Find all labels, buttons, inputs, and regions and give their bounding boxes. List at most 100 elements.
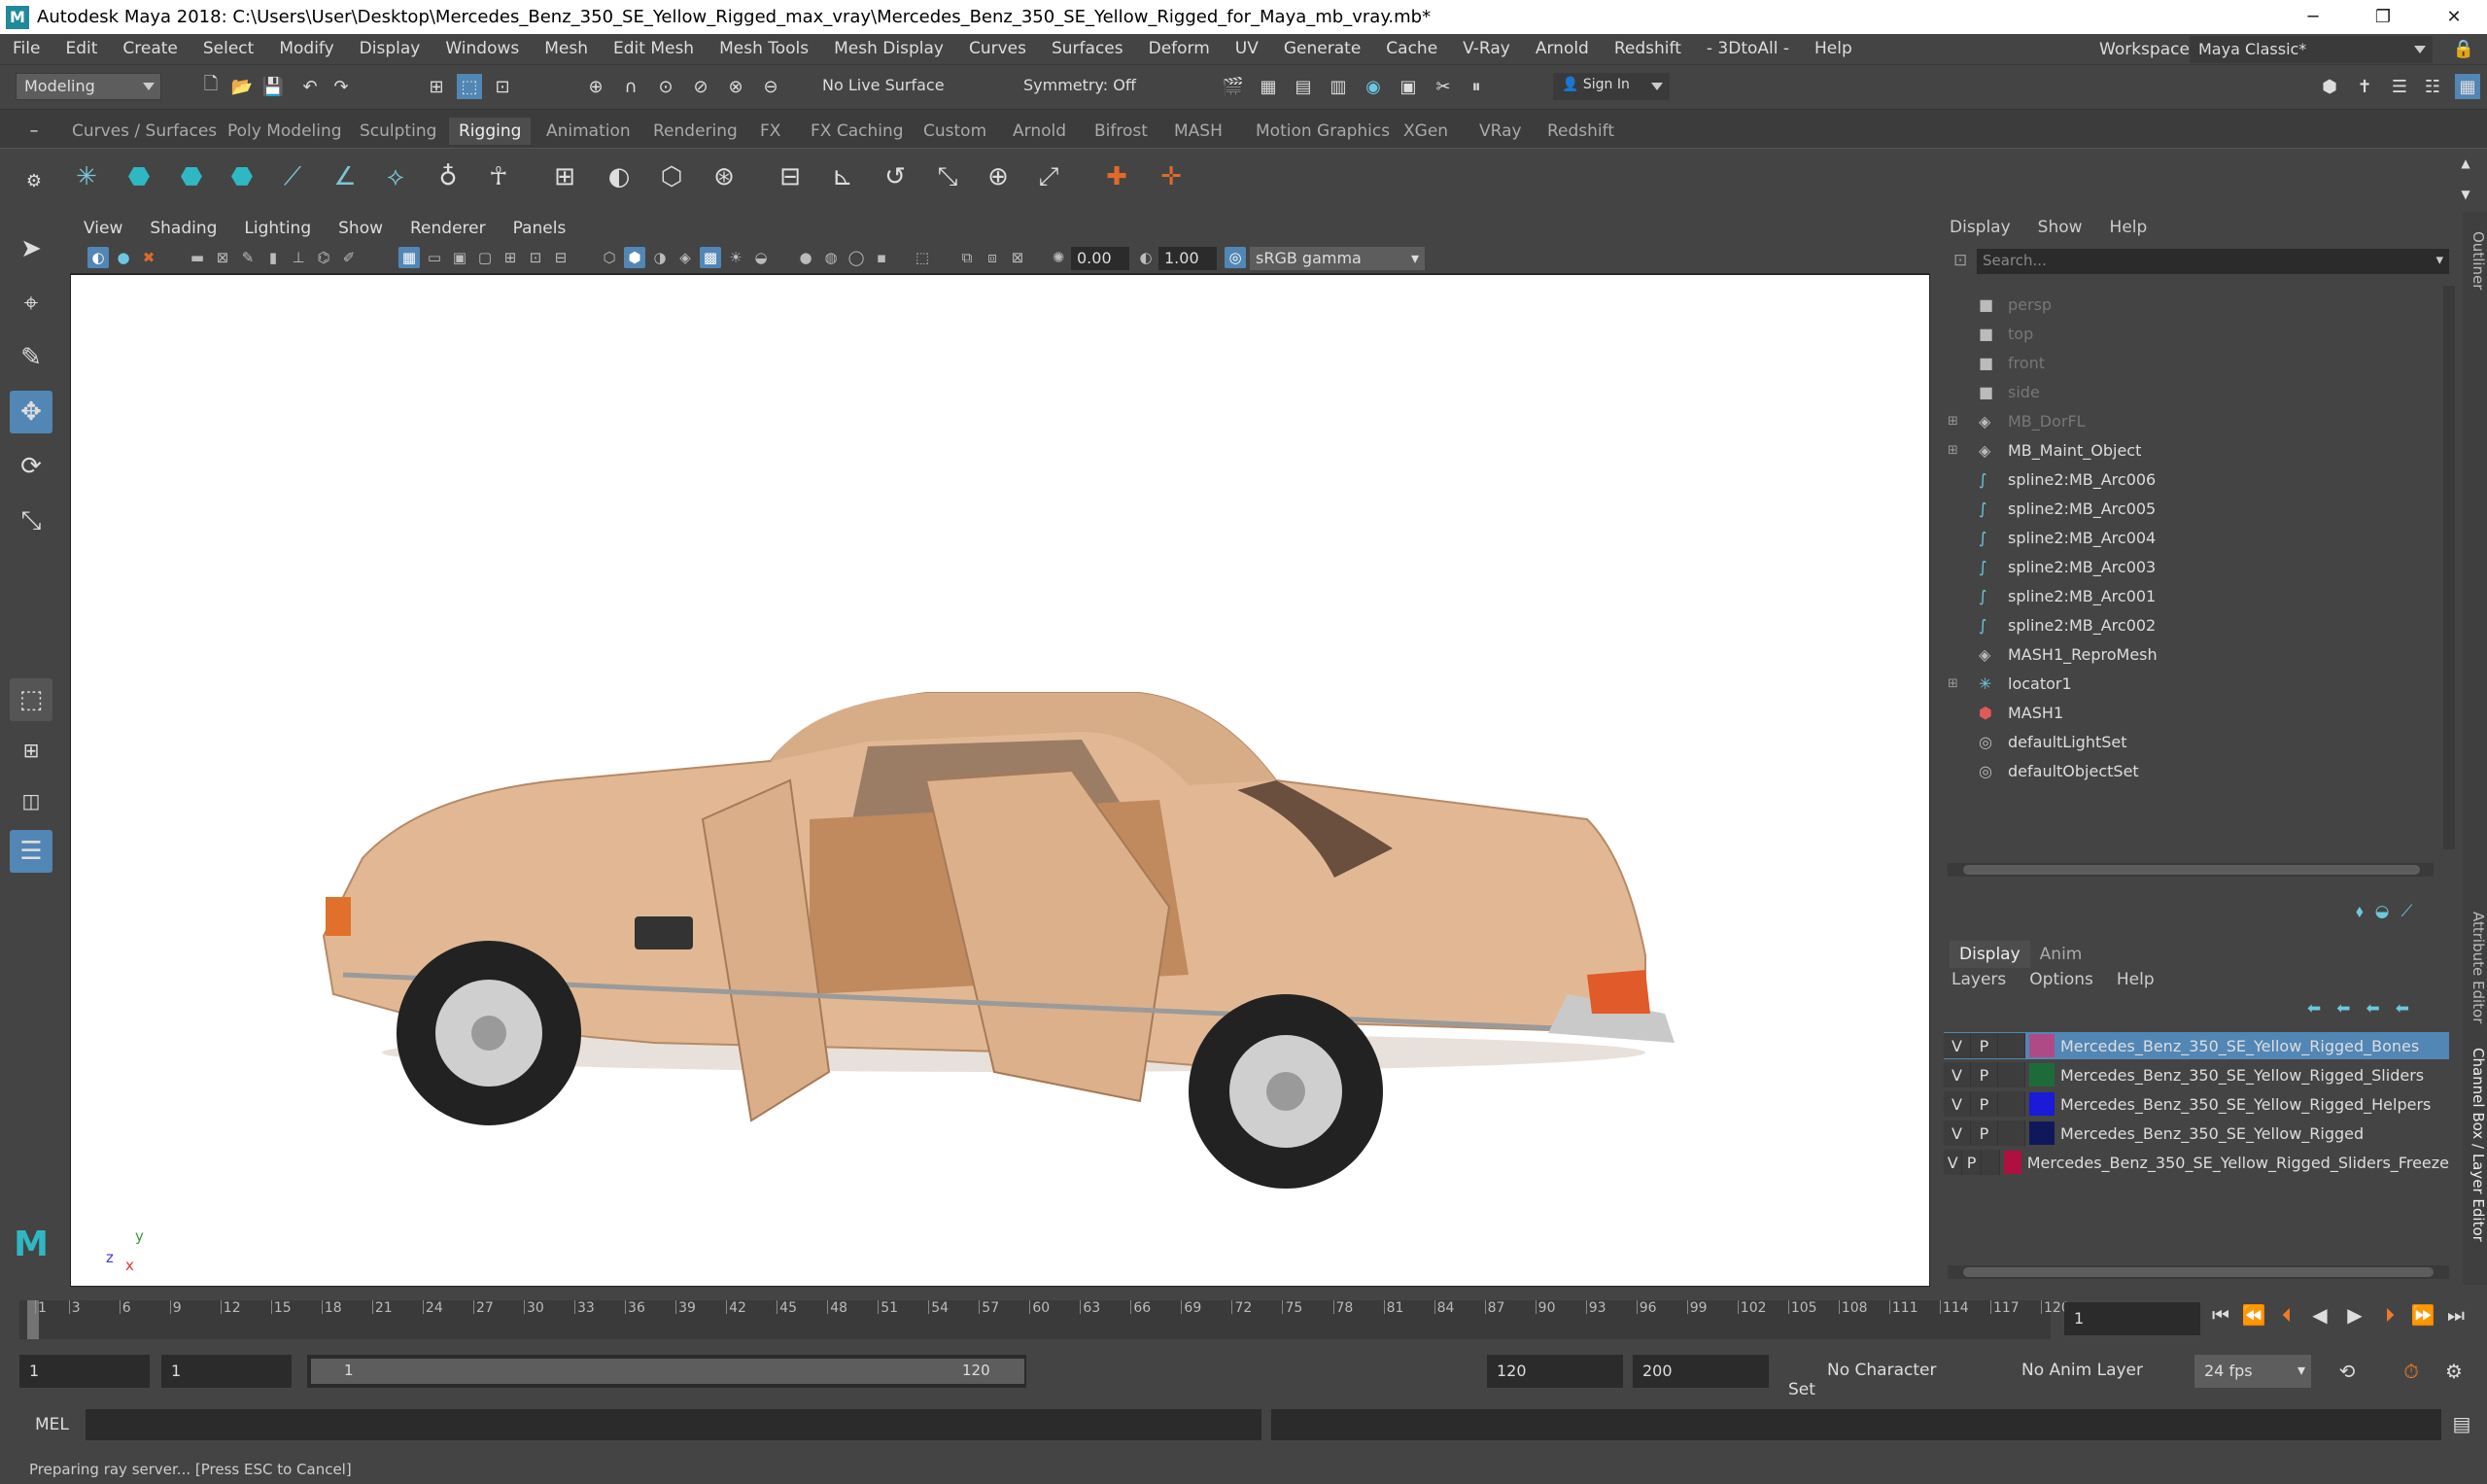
camera-attributes-icon[interactable]: ● <box>113 247 134 268</box>
step-back-key-icon[interactable]: ⏪ <box>2239 1300 2268 1329</box>
menu-deform[interactable]: Deform <box>1136 39 1223 58</box>
layer-color-swatch[interactable] <box>2029 1092 2055 1116</box>
layer-tab-anim[interactable]: Anim <box>2030 941 2092 968</box>
layer-type-toggle[interactable] <box>1998 1121 2025 1146</box>
default-material-icon[interactable]: ◑ <box>649 247 671 268</box>
menu-cache[interactable]: Cache <box>1373 39 1450 58</box>
fps-dropdown[interactable]: 24 fps ▾ <box>2194 1355 2311 1388</box>
outliner-layout-icon[interactable]: ☰ <box>10 830 52 873</box>
depth-of-field-icon[interactable]: ◯ <box>846 247 867 268</box>
live-surface-field[interactable]: No Live Surface <box>814 73 960 100</box>
menu-display[interactable]: Display <box>347 39 433 58</box>
shelf-tab-rigging[interactable]: Rigging <box>449 118 532 145</box>
modeling-toolkit-icon[interactable]: ⬢ <box>2317 74 2342 99</box>
filter-icon[interactable]: ⊡ <box>1953 251 1971 270</box>
layer-menu-options[interactable]: Options <box>2029 970 2093 989</box>
playback-start-field[interactable]: 1 <box>161 1355 292 1388</box>
grid-toggle-icon[interactable]: ⊥ <box>288 247 309 268</box>
use-all-lights-icon[interactable]: ▩ <box>700 247 721 268</box>
shelf-tab-redshift[interactable]: Redshift <box>1537 118 1624 145</box>
panel-menu-lighting[interactable]: Lighting <box>230 219 325 238</box>
render-view-icon[interactable]: ▣ <box>1396 74 1421 99</box>
move-tool-icon[interactable]: ✥ <box>10 391 52 433</box>
save-scene-icon[interactable]: 💾 <box>260 74 286 99</box>
field-chart-icon[interactable]: ⊞ <box>500 247 521 268</box>
menu-surfaces[interactable]: Surfaces <box>1039 39 1136 58</box>
scale-constraint-icon[interactable]: ⤡ <box>929 158 966 195</box>
menu-curves[interactable]: Curves <box>956 39 1039 58</box>
animation-end-field[interactable]: 200 <box>1633 1355 1769 1388</box>
undo-icon[interactable]: ↶ <box>297 74 323 99</box>
select-tool-icon[interactable]: ➤ <box>10 227 52 270</box>
side-tab-channel-box[interactable]: Channel Box / Layer Editor <box>2463 1048 2487 1242</box>
time-slider[interactable]: 1 3 6 9 12 15 18 21 24 27 30 33 36 39 42 45 48 51 54 57 60 63… <box>0 1293 2487 1347</box>
render-settings-icon[interactable]: ▥ <box>1326 74 1351 99</box>
outliner-item[interactable]: ∫ spline2:MB_Arc001 <box>1938 581 2443 610</box>
smooth-shade-icon[interactable]: ⬢ <box>624 247 645 268</box>
outliner-item[interactable]: ■ front <box>1938 348 2443 377</box>
paint-select-tool-icon[interactable]: ✎ <box>10 336 52 379</box>
select-component-icon[interactable]: ⊡ <box>490 74 515 99</box>
image-plane-icon[interactable]: ▬ <box>187 247 208 268</box>
current-frame-field[interactable]: 1 <box>2064 1302 2200 1335</box>
resolution-gate-icon[interactable]: ▣ <box>449 247 470 268</box>
point-constraint-icon[interactable]: ⊾ <box>824 158 861 195</box>
shelf-tab-fx-caching[interactable]: FX Caching <box>801 118 914 145</box>
shelf-tab-mash[interactable]: MASH <box>1164 118 1232 145</box>
ambient-occlusion-icon[interactable]: ◒ <box>750 247 772 268</box>
panel-menu-panels[interactable]: Panels <box>500 219 580 238</box>
scrollbar-thumb[interactable] <box>1963 865 2420 875</box>
auto-key-icon[interactable]: ⏱ <box>2397 1357 2426 1386</box>
go-to-end-icon[interactable]: ⏭ <box>2441 1300 2470 1329</box>
gate-mask-icon[interactable]: ▢ <box>474 247 496 268</box>
layer-color-swatch[interactable] <box>2004 1151 2021 1174</box>
loop-icon[interactable]: ⟲ <box>2332 1357 2362 1386</box>
scale-tool-icon[interactable]: ⤡ <box>10 500 52 542</box>
layer-tab-display[interactable]: Display <box>1950 941 2030 968</box>
play-backwards-icon[interactable]: ◀ <box>2305 1300 2334 1329</box>
outliner-item[interactable]: ∫ spline2:MB_Arc003 <box>1938 552 2443 581</box>
new-layer-selected-icon[interactable]: ⬅ <box>2396 999 2409 1018</box>
shelf-tab-sculpting[interactable]: Sculpting <box>350 118 446 145</box>
cluster-icon[interactable]: ⊛ <box>706 158 743 195</box>
character-set-dropdown[interactable]: No Character Set <box>1788 1361 1963 1399</box>
minimize-button[interactable]: ─ <box>2284 0 2342 34</box>
frame-selected-icon[interactable]: ⧈ <box>982 247 1003 268</box>
ik-spline-icon[interactable]: ∠ <box>327 158 363 195</box>
outliner-item[interactable]: ◎ defaultLightSet <box>1938 727 2443 756</box>
layer-visibility-toggle[interactable]: V <box>1944 1062 1971 1087</box>
move-layer-down-icon[interactable]: ⬅ <box>2336 999 2350 1018</box>
xray-icon[interactable]: ⌬ <box>313 247 334 268</box>
range-handle[interactable]: 1 120 <box>311 1359 1024 1384</box>
select-camera-icon[interactable]: ◐ <box>87 247 109 268</box>
open-scene-icon[interactable]: 📂 <box>229 74 255 99</box>
four-view-layout-icon[interactable]: ⊞ <box>10 729 52 772</box>
side-tab-attribute-editor[interactable]: Attribute Editor <box>2463 912 2487 1023</box>
shelf-menu-icon[interactable]: – <box>21 118 47 143</box>
expand-icon[interactable]: ⊞ <box>1948 676 1975 691</box>
snap-curve-icon[interactable]: ∩ <box>618 74 643 99</box>
ik-handle-icon[interactable]: ⟋ <box>274 158 311 195</box>
layer-color-swatch[interactable] <box>2029 1063 2055 1087</box>
grid-icon[interactable]: ▦ <box>398 247 420 268</box>
sign-in-dropdown[interactable]: 👤 Sign In <box>1553 73 1670 100</box>
safe-title-icon[interactable]: ⊟ <box>550 247 571 268</box>
layer-visibility-toggle[interactable]: V <box>1944 1091 1971 1117</box>
layer-row[interactable]: V P Mercedes_Benz_350_SE_Yellow_Rigged <box>1944 1120 2449 1147</box>
current-time-indicator[interactable] <box>27 1300 39 1339</box>
menu-uv[interactable]: UV <box>1223 39 1271 58</box>
layer-visibility-toggle[interactable]: V <box>1944 1150 1963 1175</box>
maximize-button[interactable]: ❐ <box>2354 0 2412 34</box>
shadows-icon[interactable]: ☀ <box>725 247 746 268</box>
side-tab-outliner[interactable]: Outliner <box>2463 231 2487 290</box>
locator-icon[interactable]: ✚ <box>1098 158 1135 195</box>
layer-row[interactable]: V P Mercedes_Benz_350_SE_Yellow_Rigged_Hel… <box>1944 1090 2449 1118</box>
layer-playback-toggle[interactable]: P <box>1971 1062 1998 1087</box>
panel-menu-view[interactable]: View <box>70 219 136 238</box>
outliner-item[interactable]: ∫ spline2:MB_Arc005 <box>1938 494 2443 523</box>
outliner-item[interactable]: ■ top <box>1938 319 2443 348</box>
command-input[interactable] <box>86 1409 1261 1440</box>
perspective-viewport[interactable]: y z x <box>70 274 1930 1287</box>
layer-menu-layers[interactable]: Layers <box>1952 970 2006 989</box>
menu-mesh-display[interactable]: Mesh Display <box>821 39 956 58</box>
